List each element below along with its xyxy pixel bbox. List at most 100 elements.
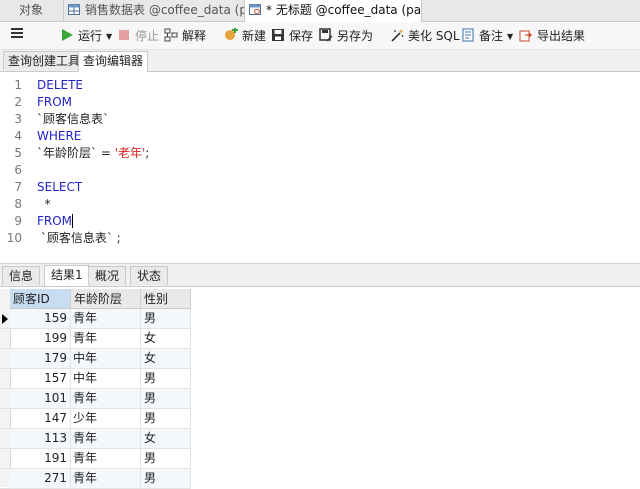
cell-gender[interactable]: 女 bbox=[141, 429, 191, 448]
line-number: 4 bbox=[14, 129, 22, 143]
sql-wildcard: * bbox=[37, 197, 51, 211]
run-button[interactable]: 运行 ▼ bbox=[60, 26, 112, 46]
tab-sales-table[interactable]: 销售数据表 @coffee_data (p... bbox=[63, 0, 244, 21]
cell-customer-id[interactable]: 157 bbox=[10, 369, 71, 388]
stop-button[interactable]: 停止 bbox=[117, 26, 159, 46]
table-row[interactable]: 101 青年男 bbox=[10, 389, 191, 409]
table-row[interactable]: 147 少年男 bbox=[10, 409, 191, 429]
cell-gender[interactable]: 男 bbox=[141, 449, 191, 468]
line-number: 8 bbox=[14, 197, 22, 211]
cell-gender[interactable]: 男 bbox=[141, 309, 191, 328]
table-row[interactable]: 159 青年男 bbox=[10, 309, 191, 329]
tab-query-builder-label: 查询创建工具 bbox=[8, 54, 81, 68]
line-number: 2 bbox=[14, 95, 22, 109]
cell-gender[interactable]: 男 bbox=[141, 409, 191, 428]
cell-age-group[interactable]: 青年 bbox=[71, 309, 141, 328]
cell-age-group[interactable]: 中年 bbox=[71, 349, 141, 368]
menu-button[interactable] bbox=[10, 26, 24, 46]
new-label: 新建 bbox=[242, 29, 267, 43]
save-as-button[interactable]: 另存为 bbox=[319, 26, 373, 46]
tab-status-label: 状态 bbox=[137, 269, 162, 283]
hamburger-icon bbox=[11, 28, 23, 38]
current-row-pointer-icon bbox=[2, 314, 8, 324]
tab-query-editor[interactable]: 查询编辑器 bbox=[78, 51, 149, 72]
cell-age-group[interactable]: 中年 bbox=[71, 369, 141, 388]
memo-label: 备注 bbox=[479, 29, 504, 43]
save-icon bbox=[271, 28, 285, 42]
column-header-customer-id[interactable]: 顾客ID bbox=[10, 289, 71, 309]
cell-age-group[interactable]: 少年 bbox=[71, 409, 141, 428]
beautify-sql-button[interactable]: 美化 SQL bbox=[390, 26, 460, 46]
export-icon bbox=[519, 28, 533, 42]
save-button[interactable]: 保存 bbox=[271, 26, 313, 46]
tab-info[interactable]: 信息 bbox=[2, 266, 41, 285]
query-toolbar: 运行 ▼ 停止 解释 新建 保存 另存为 美化 SQL 备注 ▼ 导出结果 bbox=[0, 22, 640, 50]
tab-objects[interactable]: 对象 bbox=[0, 0, 62, 21]
tab-query-builder[interactable]: 查询创建工具 bbox=[3, 51, 86, 70]
table-row[interactable]: 199 青年女 bbox=[10, 329, 191, 349]
cell-gender[interactable]: 男 bbox=[141, 389, 191, 408]
new-query-icon bbox=[224, 27, 238, 42]
cell-customer-id[interactable]: 113 bbox=[10, 429, 71, 448]
cell-gender[interactable]: 女 bbox=[141, 349, 191, 368]
row-selector[interactable] bbox=[0, 389, 10, 409]
cell-customer-id[interactable]: 147 bbox=[10, 409, 71, 428]
tab-query-editor-label: 查询编辑器 bbox=[83, 54, 144, 68]
table-row[interactable]: 191 青年男 bbox=[10, 449, 191, 469]
table-row[interactable]: 113 青年女 bbox=[10, 429, 191, 449]
row-selector[interactable] bbox=[0, 409, 10, 429]
row-selector[interactable] bbox=[0, 349, 10, 369]
row-selector[interactable] bbox=[0, 429, 10, 449]
explain-icon bbox=[164, 28, 178, 42]
tab-untitled-query[interactable]: * 无标题 @coffee_data (pac... bbox=[244, 0, 422, 22]
chevron-down-icon[interactable]: ▼ bbox=[507, 32, 513, 41]
table-row[interactable]: 271 青年男 bbox=[10, 469, 191, 489]
cell-customer-id[interactable]: 159 bbox=[10, 309, 71, 328]
line-number: 10 bbox=[6, 231, 22, 245]
sql-condition: `年龄阶层` = '老年'; bbox=[37, 145, 149, 162]
cell-age-group[interactable]: 青年 bbox=[71, 389, 141, 408]
table-row[interactable]: 157 中年男 bbox=[10, 369, 191, 389]
cell-age-group[interactable]: 青年 bbox=[71, 329, 141, 348]
table-icon bbox=[68, 1, 80, 15]
new-button[interactable]: 新建 bbox=[224, 26, 266, 46]
tab-status[interactable]: 状态 bbox=[130, 266, 169, 285]
cell-customer-id[interactable]: 191 bbox=[10, 449, 71, 468]
column-header-age-group[interactable]: 年龄阶层 bbox=[71, 289, 141, 309]
tab-info-label: 信息 bbox=[9, 269, 34, 283]
explain-button[interactable]: 解释 bbox=[164, 26, 206, 46]
cell-gender[interactable]: 男 bbox=[141, 369, 191, 388]
row-selector[interactable] bbox=[0, 449, 10, 469]
tab-overview[interactable]: 概况 bbox=[88, 266, 127, 285]
line-number: 3 bbox=[14, 112, 22, 126]
line-number: 1 bbox=[14, 78, 22, 92]
cell-customer-id[interactable]: 271 bbox=[10, 469, 71, 488]
cell-age-group[interactable]: 青年 bbox=[71, 429, 141, 448]
cell-customer-id[interactable]: 199 bbox=[10, 329, 71, 348]
sql-keyword: DELETE bbox=[37, 78, 84, 92]
cell-gender[interactable]: 女 bbox=[141, 329, 191, 348]
chevron-down-icon[interactable]: ▼ bbox=[106, 32, 112, 41]
row-selector[interactable] bbox=[0, 329, 10, 349]
memo-button[interactable]: 备注 ▼ bbox=[461, 26, 513, 46]
tab-untitled-query-label: * 无标题 @coffee_data (pac... bbox=[266, 3, 422, 17]
cell-age-group[interactable]: 青年 bbox=[71, 469, 141, 488]
row-selector[interactable] bbox=[0, 469, 10, 489]
result-grid[interactable]: 顾客ID 年龄阶层 性别 159 青年男 199 青年女 179 中年女 157 中年男 101… bbox=[0, 289, 640, 489]
cell-customer-id[interactable]: 179 bbox=[10, 349, 71, 368]
column-header-gender[interactable]: 性别 bbox=[141, 289, 191, 309]
editor-mode-tabs: 查询创建工具 查询编辑器 bbox=[0, 50, 640, 72]
tab-sales-table-label: 销售数据表 @coffee_data (p... bbox=[85, 3, 244, 17]
export-results-button[interactable]: 导出结果 bbox=[519, 26, 585, 46]
row-selector[interactable] bbox=[0, 309, 10, 329]
cell-customer-id[interactable]: 101 bbox=[10, 389, 71, 408]
table-row[interactable]: 179 中年女 bbox=[10, 349, 191, 369]
document-tab-strip: 对象 销售数据表 @coffee_data (p... * 无标题 @coffe… bbox=[0, 0, 640, 22]
tab-result1[interactable]: 结果1 bbox=[44, 265, 90, 286]
cell-age-group[interactable]: 青年 bbox=[71, 449, 141, 468]
sql-editor[interactable]: 1 DELETE 2 FROM 3 `顾客信息表` 4 WHERE 5 `年龄阶层` … bbox=[0, 72, 640, 262]
row-selector[interactable] bbox=[0, 369, 10, 389]
result-tabs: 信息 结果1 概况 状态 bbox=[0, 263, 640, 287]
play-icon bbox=[60, 28, 74, 42]
cell-gender[interactable]: 男 bbox=[141, 469, 191, 488]
